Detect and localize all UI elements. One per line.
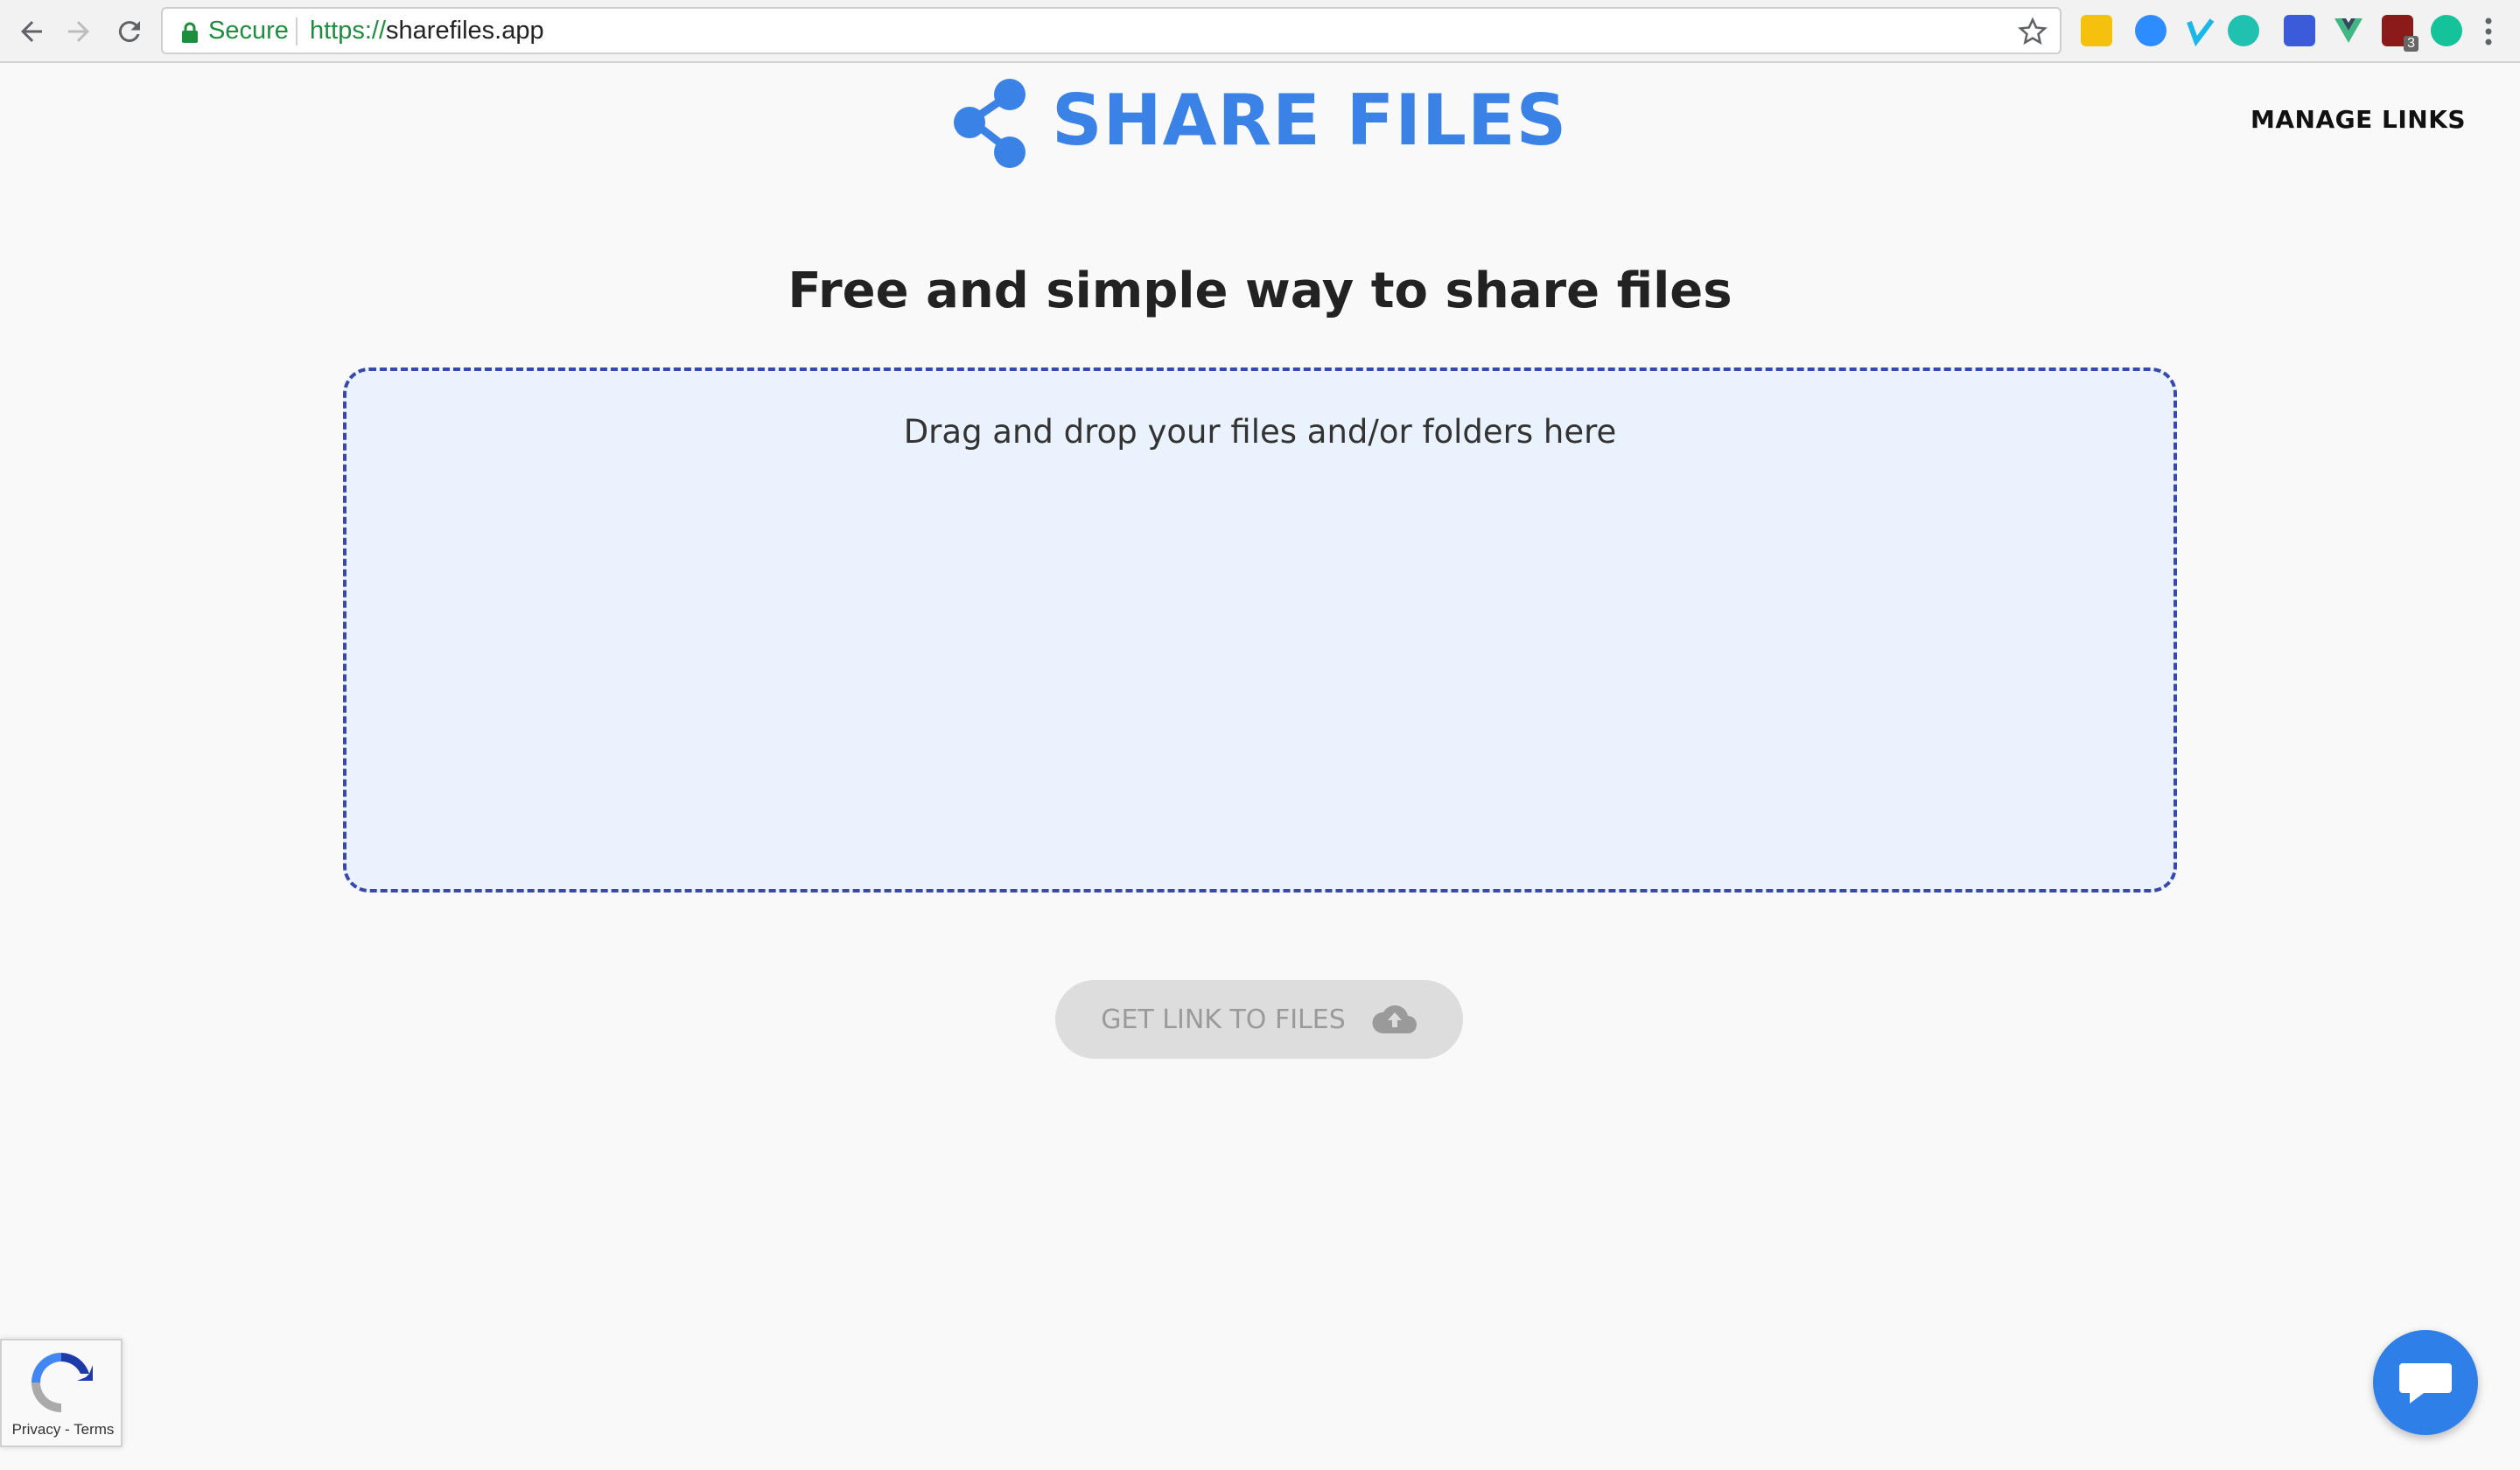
secure-label: Secure — [208, 17, 289, 45]
bookmark-icon[interactable] — [2284, 15, 2315, 46]
manage-links-link[interactable]: MANAGE LINKS — [2250, 105, 2466, 134]
file-dropzone[interactable]: Drag and drop your files and/or folders … — [343, 368, 2177, 892]
grammarly-icon[interactable] — [2431, 15, 2462, 46]
meet-icon[interactable] — [2228, 15, 2259, 46]
get-link-label: GET LINK TO FILES — [1101, 1004, 1346, 1035]
browser-toolbar: Secure https://sharefiles.app 3 — [0, 0, 2520, 63]
back-button[interactable] — [12, 12, 51, 51]
url-host: sharefiles.app — [386, 17, 544, 45]
get-link-button[interactable]: GET LINK TO FILES — [1055, 980, 1463, 1059]
keep-icon[interactable] — [2081, 15, 2112, 46]
ublock-icon[interactable]: 3 — [2382, 15, 2418, 52]
recaptcha-links[interactable]: Privacy - Terms — [2, 1421, 124, 1438]
recaptcha-badge: Privacy - Terms — [0, 1339, 122, 1447]
bookmark-star-icon[interactable] — [2018, 17, 2048, 46]
url-scheme: https:// — [310, 17, 387, 45]
menu-dots-icon[interactable] — [2482, 14, 2496, 49]
brand-title[interactable]: SHARE FILES — [1052, 75, 1567, 166]
recaptcha-icon — [32, 1353, 93, 1412]
chat-bubble-icon — [2399, 1363, 2452, 1404]
vimeo-icon[interactable] — [2186, 15, 2217, 47]
lock-icon — [182, 22, 198, 43]
reload-icon — [118, 21, 140, 43]
reload-button[interactable] — [110, 12, 149, 51]
page-title: Free and simple way to share files — [788, 262, 1732, 319]
extension-badge: 3 — [2404, 36, 2418, 52]
arrow-right-icon — [68, 21, 89, 42]
url-text[interactable]: https://sharefiles.app — [310, 17, 544, 46]
vue-icon[interactable] — [2333, 15, 2364, 46]
chat-button[interactable] — [2373, 1330, 2478, 1435]
share-icon[interactable] — [952, 77, 1027, 170]
dropzone-label: Drag and drop your files and/or folders … — [903, 413, 1617, 451]
arrow-left-icon — [21, 21, 42, 42]
cloud-upload-icon — [1372, 1004, 1417, 1033]
address-divider — [296, 18, 298, 46]
address-bar[interactable]: Secure https://sharefiles.app — [161, 7, 2062, 54]
forward-button[interactable] — [60, 12, 98, 51]
zoom-icon[interactable] — [2135, 15, 2166, 46]
